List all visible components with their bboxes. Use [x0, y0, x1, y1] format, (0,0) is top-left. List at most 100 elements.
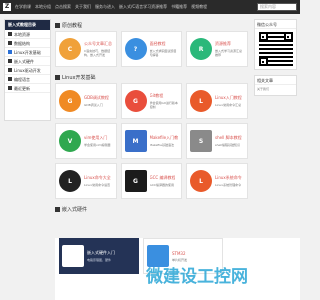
square-icon: [8, 77, 12, 81]
chip-icon: [62, 245, 84, 267]
section-icon: [55, 206, 60, 212]
card-thumb-icon: G: [124, 90, 147, 112]
site-logo[interactable]: Z: [3, 3, 11, 11]
course-card[interactable]: ? 面经教程嵌入式求职面试题目与解答: [120, 31, 182, 67]
card-desc: 嵌入式求职面试题目与解答: [149, 49, 177, 57]
card-desc: GCC编译器的使用: [149, 183, 175, 187]
nav-link-1[interactable]: 本地分组: [35, 4, 51, 10]
course-card[interactable]: Sshell 脚本教程 shell编程基础知识: [186, 123, 248, 159]
sidebar-item-label: Linux驱动开发: [14, 67, 41, 73]
course-card[interactable]: Vvim使用入门 学会使用vim编辑器: [55, 123, 117, 159]
card-desc: Makefile基础语法: [149, 143, 174, 147]
qr-panel: 微信公众号: [254, 19, 297, 70]
card-thumb-icon: V: [59, 130, 81, 152]
nav-link-4[interactable]: 服务与进入: [95, 4, 115, 10]
section-title: 嵌入式硬件: [55, 203, 248, 215]
card-title: 资源推荐: [215, 41, 231, 46]
nav-link-7[interactable]: 视频教程: [191, 4, 207, 10]
square-icon: [8, 41, 12, 45]
sidebar-item-label: Linux开发基础: [14, 49, 41, 55]
section-title-text: Linux开发基础: [62, 74, 96, 81]
card-thumb-icon: M: [124, 130, 147, 152]
course-card[interactable]: R 资源推荐 嵌入式学习资源汇总推荐: [186, 31, 248, 67]
square-icon: [8, 86, 12, 90]
sidebar-header: 嵌入式教程目录: [5, 20, 50, 30]
card-thumb-icon: ?: [124, 38, 147, 60]
card-title: STM32: [172, 250, 186, 256]
section-title: 原创教程: [55, 19, 248, 31]
card-title: 面经教程: [149, 41, 166, 46]
square-icon: [8, 32, 12, 36]
card-thumb-icon: S: [190, 130, 212, 152]
section-title: Linux开发基础: [55, 71, 248, 83]
card-title: 嵌入式硬件入门: [87, 250, 115, 255]
card-row: L Linux命令大全 Linux常用命令速查 G GCC 编译教程 GCC编译器的使用…: [55, 163, 248, 199]
nav-link-3[interactable]: 关于我们: [75, 4, 91, 10]
course-card[interactable]: MMakefile入门教程 Makefile基础语法: [120, 123, 182, 159]
card-title: GCC 编译教程: [149, 175, 176, 180]
card-desc: GDB调试入门: [84, 103, 103, 107]
course-card[interactable]: C 公众号文章汇总 C语言技巧，数据结构，嵌入式开发: [55, 31, 117, 67]
qr-corner: [258, 57, 268, 66]
qr-corner: [258, 32, 268, 41]
qr-code-icon: [258, 32, 293, 66]
card-desc: 电路原理图，硬件: [87, 258, 112, 262]
square-icon: [8, 59, 12, 63]
sidebar: 嵌入式教程目录 本地资源 数据结构 Linux开发基础 嵌入式硬件 Linux驱…: [4, 19, 51, 121]
square-icon: [8, 68, 12, 72]
sidebar-item-label: 数据结构: [14, 40, 30, 46]
card-row: G GDB调试教程 GDB调试入门 G Git教程学会使用Git进行版本控制 L Lin…: [55, 83, 248, 119]
card-title: Linux系统命令: [215, 175, 242, 180]
card-title: GDB调试教程: [84, 95, 109, 100]
card-desc: Linux系统管理命令: [215, 183, 242, 187]
section-title-text: 原创教程: [62, 22, 83, 29]
card-desc: 学会使用Git进行版本控制: [149, 101, 178, 109]
course-card[interactable]: G GCC 编译教程 GCC编译器的使用: [120, 163, 182, 199]
course-card[interactable]: L Linux系统命令 Linux系统管理命令: [186, 163, 248, 199]
card-thumb-icon: L: [190, 170, 212, 192]
top-navbar: Z 在学前课 本地分组 点击搜索 关于我们 服务与进入 嵌入式/C语言学习资源推…: [0, 0, 300, 14]
related-panel-text[interactable]: 关于我们: [255, 85, 296, 95]
related-panel-title: 相关文章: [255, 76, 296, 85]
card-desc: shell编程基础知识: [215, 143, 240, 147]
nav-link-2[interactable]: 点击搜索: [55, 4, 71, 10]
sidebar-item[interactable]: 最近更新: [5, 84, 50, 93]
card-thumb-icon: L: [190, 90, 212, 112]
course-card[interactable]: G Git教程学会使用Git进行版本控制: [120, 83, 182, 119]
card-thumb-icon: C: [59, 38, 81, 60]
qr-corner: [283, 32, 293, 41]
qr-panel-title: 微信公众号: [255, 20, 296, 29]
nav-link-0[interactable]: 在学前课: [15, 4, 31, 10]
card-title: shell 脚本教程: [215, 135, 242, 140]
search-input[interactable]: 搜索内容: [257, 3, 297, 11]
card-title: 公众号文章汇总: [84, 41, 112, 46]
course-card[interactable]: L Linux命令大全 Linux常用命令速查: [55, 163, 117, 199]
nav-link-6[interactable]: 书籍推荐: [171, 4, 187, 10]
card-desc: 单片机开发: [172, 257, 188, 262]
card-row: C 公众号文章汇总 C语言技巧，数据结构，嵌入式开发 ? 面经教程嵌入式求职面试题目与…: [55, 31, 248, 67]
card-thumb-icon: R: [190, 38, 212, 60]
course-card[interactable]: L Linux入门教程 Linux常用命令汇总: [186, 83, 248, 119]
course-card[interactable]: 嵌入式硬件入门 电路原理图，硬件: [59, 238, 139, 274]
right-column: 微信公众号 相关文章 关于我们: [254, 19, 297, 101]
card-desc: C语言技巧，数据结构，嵌入式开发: [84, 49, 111, 57]
section-title-text: 嵌入式硬件: [62, 206, 88, 213]
course-card[interactable]: G GDB调试教程 GDB调试入门: [55, 83, 117, 119]
related-panel: 相关文章 关于我们: [254, 75, 297, 96]
card-title: Linux入门教程: [215, 95, 242, 100]
card-desc: Linux常用命令速查: [84, 183, 111, 187]
card-title: Git教程: [149, 93, 164, 98]
card-thumb-icon: L: [59, 170, 81, 192]
section-icon: [55, 22, 60, 28]
card-title: Makefile入门教程: [149, 135, 179, 140]
card-title: Linux命令大全: [84, 175, 111, 180]
sidebar-item-label: 最近更新: [14, 85, 30, 91]
card-thumb-icon: G: [124, 170, 147, 192]
card-desc: 学会使用vim编辑器: [84, 143, 111, 147]
card-title: vim使用入门: [84, 135, 108, 140]
nav-link-5[interactable]: 嵌入式/C语言学习资源推荐: [119, 4, 167, 10]
sidebar-item-label: 嵌入式硬件: [14, 58, 34, 64]
square-icon: [8, 50, 12, 54]
card-row: Vvim使用入门学会使用vim编辑器 MMakefile入门教程 Makefile…: [55, 123, 248, 159]
main-content: 原创教程 C 公众号文章汇总 C语言技巧，数据结构，嵌入式开发 ? 面经教程嵌入式求职…: [55, 19, 248, 215]
